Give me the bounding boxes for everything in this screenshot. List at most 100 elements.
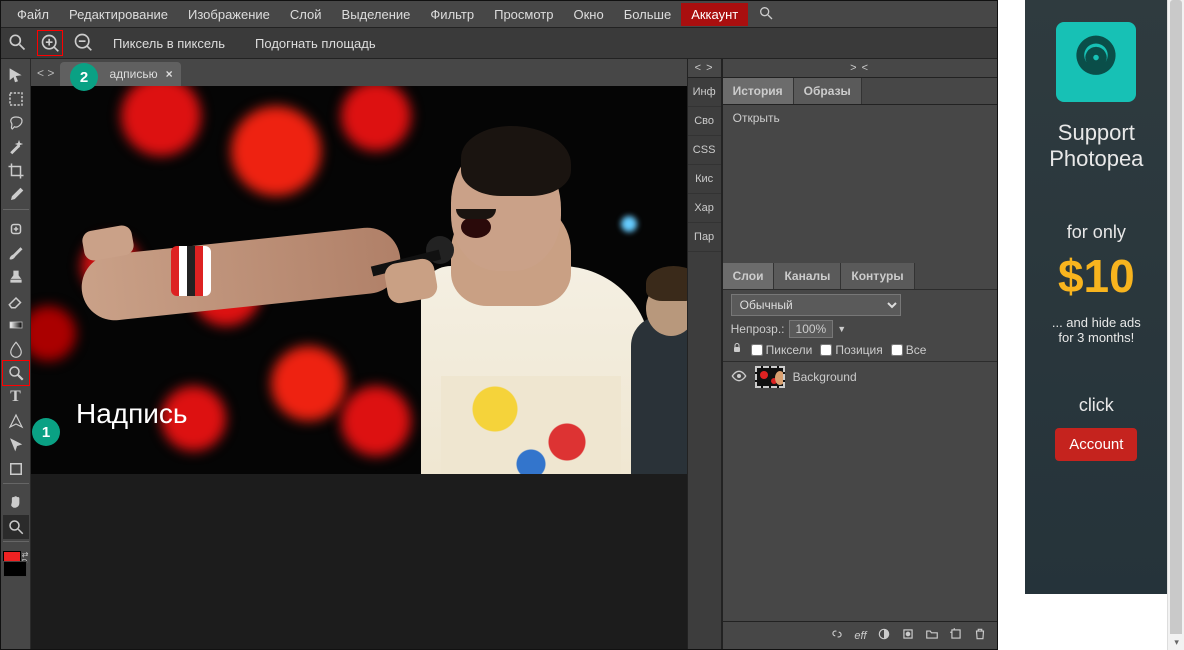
tab-samples[interactable]: Образы — [794, 78, 862, 104]
menu-view[interactable]: Просмотр — [484, 3, 563, 26]
zoom-out-button[interactable] — [73, 32, 93, 55]
eyedropper-tool-icon[interactable] — [3, 183, 29, 207]
history-item-open[interactable]: Открыть — [733, 111, 987, 125]
zoom-in-button[interactable] — [37, 30, 63, 56]
opacity-label: Непрозр.: — [731, 322, 785, 336]
strip-item-css[interactable]: CSS — [688, 136, 721, 165]
strip-item-info[interactable]: Инф — [688, 78, 721, 107]
ad-title-2: Photopea — [1049, 146, 1143, 172]
lock-icon — [731, 342, 743, 357]
scroll-down-icon[interactable]: ▾ — [1168, 634, 1184, 650]
toolbar: T ⇄D — [1, 59, 31, 649]
lock-pixels-checkbox[interactable]: Пиксели — [751, 343, 813, 357]
tab-history[interactable]: История — [723, 78, 794, 104]
new-folder-icon[interactable] — [925, 627, 939, 644]
lock-all-checkbox[interactable]: Все — [891, 343, 927, 357]
history-list[interactable]: Открыть — [723, 105, 997, 263]
type-tool-icon[interactable]: T — [3, 385, 29, 409]
lasso-tool-icon[interactable] — [3, 111, 29, 135]
menu-layer[interactable]: Слой — [280, 3, 332, 26]
canvas-text-caption: Надпись — [76, 398, 188, 430]
strip-item-properties[interactable]: Сво — [688, 107, 721, 136]
marquee-tool-icon[interactable] — [3, 87, 29, 111]
layer-row[interactable]: Background — [723, 362, 997, 392]
strip-item-paragraph[interactable]: Пар — [688, 223, 721, 252]
move-tool-icon[interactable] — [3, 63, 29, 87]
crop-tool-icon[interactable] — [3, 159, 29, 183]
ad-price: $10 — [1058, 249, 1135, 303]
right-panels: > < История Образы Открыть Слои Каналы К… — [722, 59, 997, 649]
brush-tool-icon[interactable] — [3, 241, 29, 265]
strip-item-character[interactable]: Хар — [688, 194, 721, 223]
separator — [3, 209, 29, 215]
tab-layers[interactable]: Слои — [723, 263, 775, 289]
opacity-slider-icon[interactable]: ▼ — [837, 324, 846, 334]
link-layers-icon[interactable] — [830, 627, 844, 644]
page-scrollbar[interactable]: ▾ — [1167, 0, 1184, 650]
blend-mode-select[interactable]: Обычный — [731, 294, 901, 316]
dodge-tool-icon[interactable] — [3, 361, 29, 385]
canvas[interactable]: Надпись — [31, 86, 687, 649]
stamp-tool-icon[interactable] — [3, 265, 29, 289]
zoom-tool-icon[interactable] — [7, 32, 27, 55]
panels-chevrons[interactable]: > < — [723, 59, 997, 78]
tab-channels[interactable]: Каналы — [774, 263, 841, 289]
layers-panel: Слои Каналы Контуры Обычный Непрозр.: 10… — [723, 263, 997, 649]
path-select-tool-icon[interactable] — [3, 433, 29, 457]
strip-item-brush[interactable]: Кис — [688, 165, 721, 194]
separator — [3, 541, 29, 547]
background-swatch[interactable] — [3, 561, 27, 577]
menubar: Файл Редактирование Изображение Слой Выд… — [1, 1, 997, 27]
menu-filter[interactable]: Фильтр — [420, 3, 484, 26]
pixel-to-pixel[interactable]: Пиксель в пиксель — [103, 36, 235, 51]
search-icon[interactable] — [748, 1, 784, 28]
color-swatches[interactable]: ⇄D — [3, 551, 29, 575]
ad-account-button[interactable]: Account — [1055, 428, 1137, 461]
pen-tool-icon[interactable] — [3, 409, 29, 433]
menu-more[interactable]: Больше — [614, 3, 682, 26]
gradient-tool-icon[interactable] — [3, 313, 29, 337]
tab-paths[interactable]: Контуры — [841, 263, 914, 289]
close-tab-icon[interactable]: × — [166, 67, 173, 81]
fit-area[interactable]: Подогнать площадь — [245, 36, 386, 51]
menu-account[interactable]: Аккаунт — [681, 3, 748, 26]
layer-footer: eff — [723, 621, 997, 649]
history-panel-tabs: История Образы — [723, 78, 997, 105]
strip-chevrons[interactable]: < > — [688, 59, 721, 78]
document-tabbar: < > Фо адписью × — [31, 59, 687, 86]
menu-file[interactable]: Файл — [7, 3, 59, 26]
adjustment-layer-icon[interactable] — [901, 627, 915, 644]
layer-effects-label[interactable]: eff — [854, 630, 866, 642]
menu-window[interactable]: Окно — [563, 3, 613, 26]
menu-select[interactable]: Выделение — [332, 3, 421, 26]
zoom-tool-icon[interactable] — [3, 515, 29, 539]
lock-position-checkbox[interactable]: Позиция — [820, 343, 882, 357]
scrollbar-thumb[interactable] — [1170, 0, 1182, 640]
wand-tool-icon[interactable] — [3, 135, 29, 159]
ad-hide-1: ... and hide ads — [1052, 315, 1141, 330]
support-ad: Support Photopea for only $10 ... and hi… — [1025, 0, 1167, 594]
shape-tool-icon[interactable] — [3, 457, 29, 481]
heal-tool-icon[interactable] — [3, 217, 29, 241]
layer-name[interactable]: Background — [793, 370, 857, 384]
menu-edit[interactable]: Редактирование — [59, 3, 178, 26]
hand-tool-icon[interactable] — [3, 491, 29, 515]
delete-layer-icon[interactable] — [973, 627, 987, 644]
new-layer-icon[interactable] — [949, 627, 963, 644]
layers-controls: Обычный Непрозр.: 100% ▼ Пиксели Позиция — [723, 289, 997, 362]
layers-panel-tabs: Слои Каналы Контуры — [723, 263, 997, 289]
blur-tool-icon[interactable] — [3, 337, 29, 361]
layer-mask-icon[interactable] — [877, 627, 891, 644]
separator — [3, 483, 29, 489]
options-bar: Пиксель в пиксель Подогнать площадь — [1, 27, 997, 59]
opacity-value[interactable]: 100% — [789, 320, 834, 338]
tab-chevrons[interactable]: < > — [37, 66, 54, 86]
eraser-tool-icon[interactable] — [3, 289, 29, 313]
visibility-eye-icon[interactable] — [731, 368, 747, 387]
layer-thumbnail[interactable] — [755, 366, 785, 388]
center-column: < > Фо адписью × — [31, 59, 687, 649]
menu-image[interactable]: Изображение — [178, 3, 280, 26]
image-content: Надпись — [31, 86, 687, 474]
ad-title-1: Support — [1058, 120, 1135, 146]
layer-list[interactable]: Background — [723, 362, 997, 621]
